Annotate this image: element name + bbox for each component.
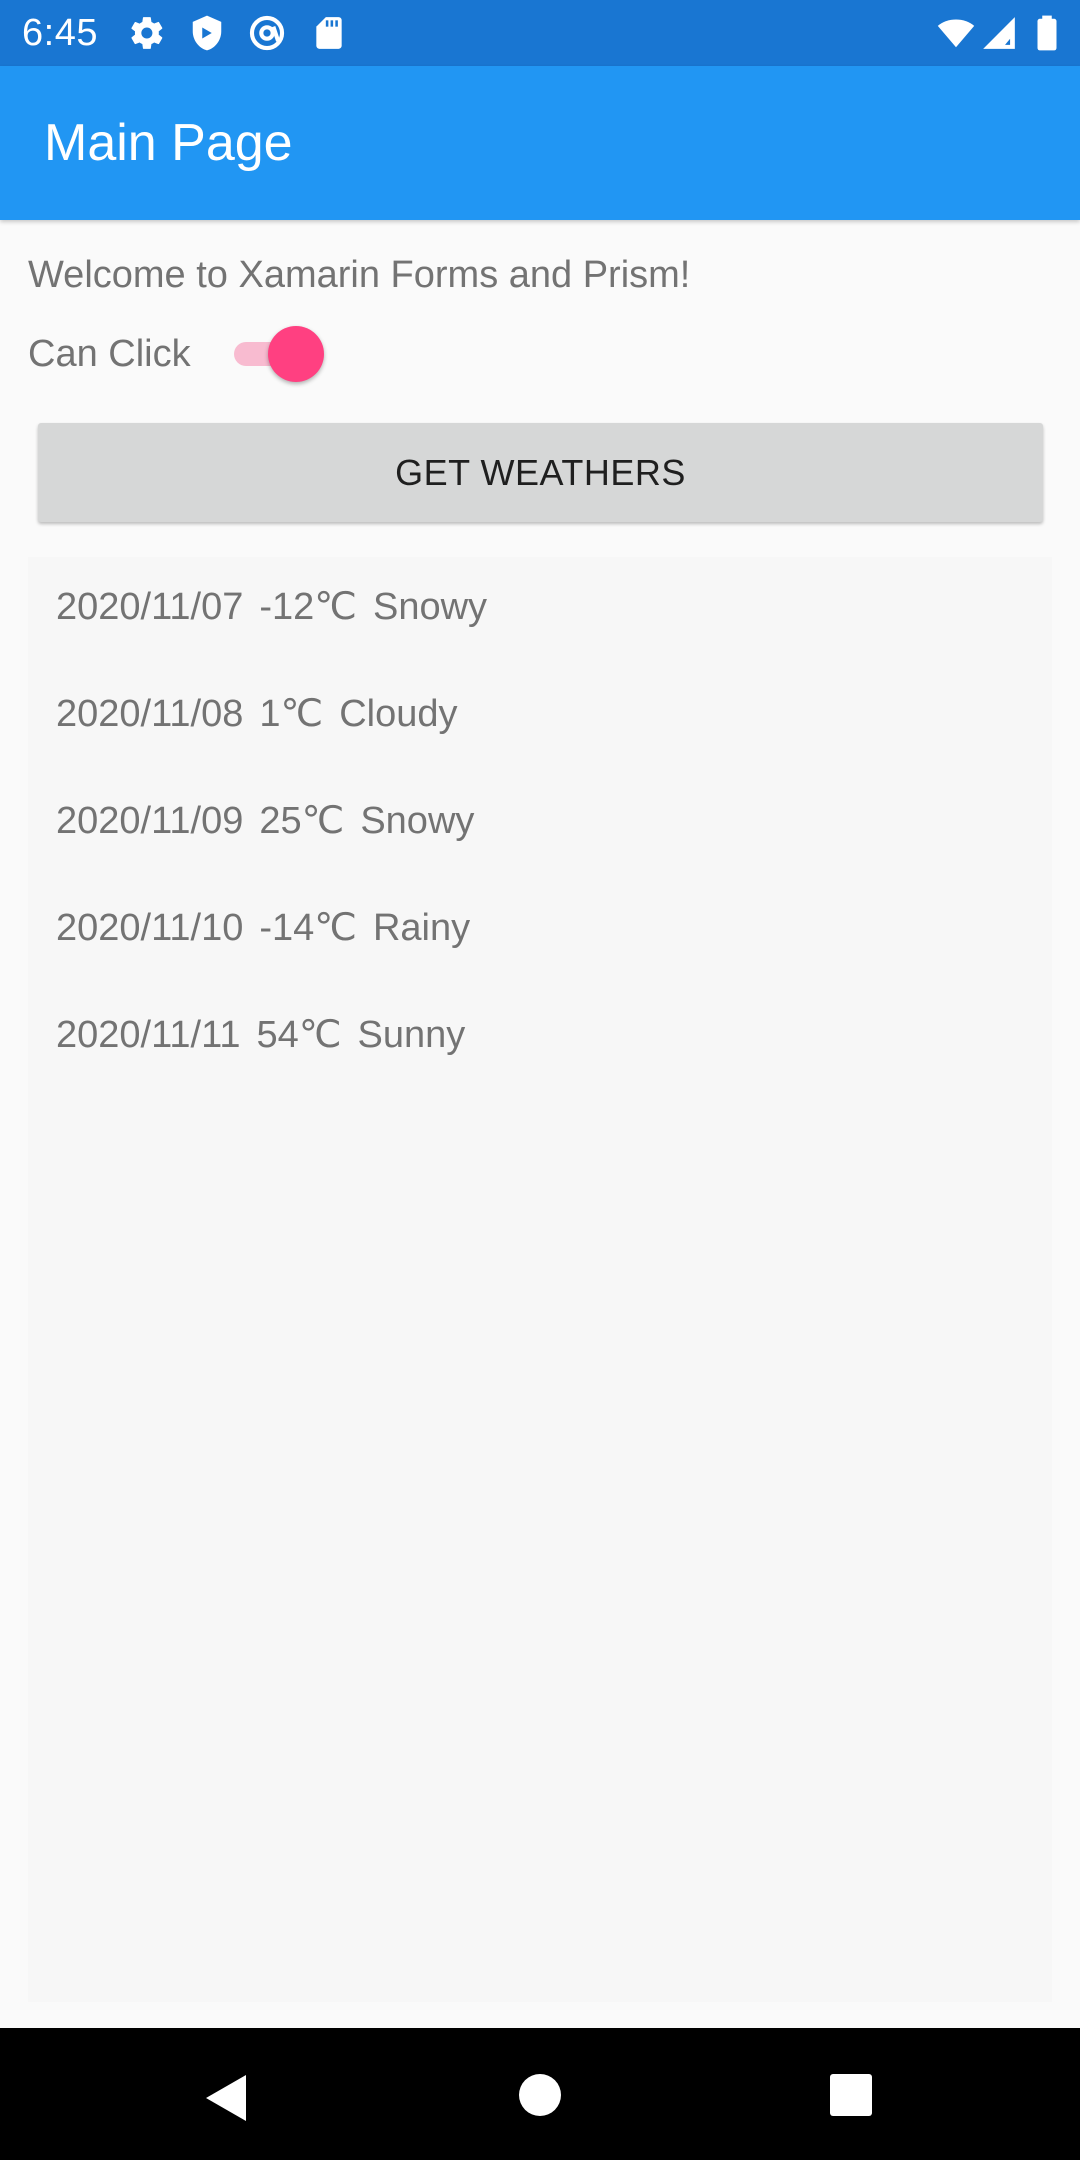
weather-condition: Rainy <box>372 907 471 949</box>
can-click-label: Can Click <box>28 333 191 375</box>
weather-condition: Sunny <box>357 1014 466 1056</box>
weather-date: 2020/11/08 <box>56 693 244 735</box>
settings-icon <box>131 17 163 49</box>
weather-condition: Snowy <box>360 800 475 842</box>
weather-date: 2020/11/07 <box>56 586 244 628</box>
status-time: 6:45 <box>22 12 98 54</box>
shield-icon <box>192 15 222 51</box>
status-bar: 6:45 <box>0 0 1080 66</box>
wifi-icon <box>937 19 975 48</box>
list-item[interactable]: 2020/11/09 25℃ Snowy <box>56 796 1056 876</box>
list-item[interactable]: 2020/11/07 -12℃ Snowy <box>56 582 1056 662</box>
at-sign-icon <box>249 15 285 51</box>
list-item[interactable]: 2020/11/10 -14℃ Rainy <box>56 903 1056 983</box>
list-item[interactable]: 2020/11/11 54℃ Sunny <box>56 1010 1056 1090</box>
weather-date: 2020/11/09 <box>56 800 244 842</box>
signal-icon <box>983 17 1015 49</box>
back-icon[interactable] <box>204 2073 248 2123</box>
recents-icon[interactable] <box>830 2074 872 2116</box>
battery-icon <box>1037 15 1057 51</box>
app-bar: Main Page <box>0 66 1080 220</box>
list-item[interactable]: 2020/11/08 1℃ Cloudy <box>56 689 1056 769</box>
home-icon[interactable] <box>518 2073 562 2117</box>
page-title: Main Page <box>44 114 293 172</box>
navigation-bar <box>0 2028 1080 2160</box>
can-click-switch[interactable] <box>232 326 324 382</box>
weather-temperature: 1℃ <box>259 693 324 735</box>
weather-condition: Snowy <box>372 586 488 628</box>
welcome-label: Welcome to Xamarin Forms and Prism! <box>28 254 691 296</box>
weather-condition: Cloudy <box>339 693 458 735</box>
weather-temperature: -14℃ <box>259 907 357 949</box>
weather-date: 2020/11/10 <box>56 907 244 949</box>
switch-thumb <box>268 326 324 382</box>
weather-date: 2020/11/11 <box>56 1014 241 1056</box>
sd-card-icon <box>316 17 342 49</box>
get-weathers-button[interactable]: GET WEATHERS <box>38 423 1043 522</box>
weather-temperature: 25℃ <box>259 800 345 842</box>
weather-temperature: -12℃ <box>259 586 357 628</box>
weather-temperature: 54℃ <box>256 1014 342 1056</box>
weather-list: 2020/11/07 -12℃ Snowy 2020/11/08 1℃ Cloudy 2… <box>28 557 1052 2002</box>
